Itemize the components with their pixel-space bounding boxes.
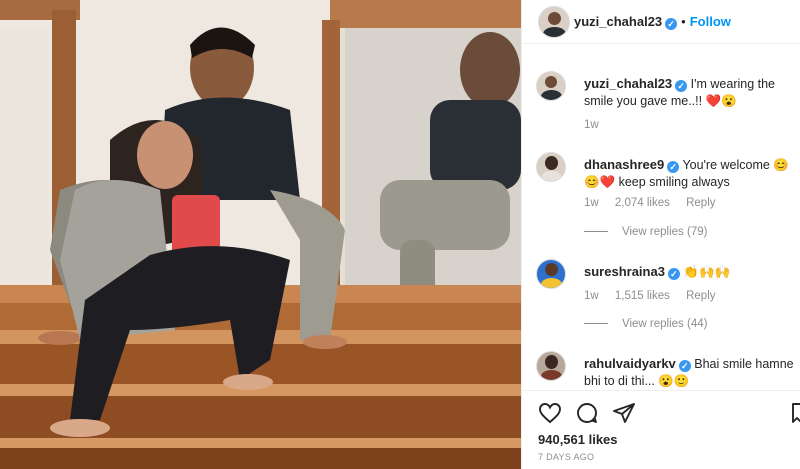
- comment-age: 1w: [584, 290, 599, 302]
- author-avatar[interactable]: [536, 71, 566, 101]
- view-replies-button[interactable]: View replies (79): [584, 226, 707, 238]
- post-image: [0, 0, 521, 469]
- comment-likes[interactable]: 2,074 likes: [615, 197, 670, 209]
- verified-badge-icon: ✓: [678, 360, 691, 372]
- commenter-avatar[interactable]: [536, 152, 566, 182]
- post-timestamp: 7 DAYS AGO: [538, 452, 595, 462]
- comment-body: 👏🙌🙌: [683, 265, 731, 279]
- author-avatar[interactable]: [538, 6, 570, 38]
- caption-text: yuzi_chahal23 ✓ I'm wearing the smile you…: [584, 75, 800, 110]
- comment-likes[interactable]: 1,515 likes: [615, 290, 670, 302]
- replies-divider: [584, 231, 608, 233]
- follow-button[interactable]: Follow: [690, 14, 731, 29]
- comment-text: sureshraina3 ✓ 👏🙌🙌: [584, 263, 800, 281]
- author-username[interactable]: yuzi_chahal23: [574, 14, 662, 29]
- comment-text: rahulvaidyarkv ✓ Bhai smile hamne bhi to …: [584, 355, 800, 390]
- post-photo[interactable]: [0, 0, 521, 469]
- comment-username[interactable]: sureshraina3: [584, 264, 665, 279]
- comment-age: 1w: [584, 197, 599, 209]
- heart-icon[interactable]: [538, 401, 562, 425]
- commenter-avatar[interactable]: [536, 351, 566, 381]
- replies-divider: [584, 323, 608, 325]
- post-actions: 940,561 likes 7 DAYS AGO: [522, 390, 800, 469]
- caption-meta: 1w: [584, 119, 612, 131]
- bookmark-icon[interactable]: [792, 401, 800, 425]
- comment-username[interactable]: rahulvaidyarkv: [584, 356, 676, 371]
- post-details-panel: yuzi_chahal23 ✓ • Follow yuzi_chahal23 ✓ I'm…: [521, 0, 800, 469]
- verified-badge-icon: ✓: [667, 161, 680, 173]
- verified-badge-icon: ✓: [665, 18, 678, 30]
- comment-icon[interactable]: [575, 401, 599, 425]
- comment-text: dhanashree9 ✓ You're welcome 😊😊❤️ keep sm…: [584, 156, 800, 191]
- share-icon[interactable]: [612, 401, 636, 425]
- view-replies-label: View replies (44): [622, 318, 708, 330]
- commenter-avatar[interactable]: [536, 259, 566, 289]
- verified-badge-icon: ✓: [667, 268, 680, 280]
- author-row: yuzi_chahal23 ✓ • Follow: [574, 13, 731, 31]
- comment-username[interactable]: dhanashree9: [584, 157, 664, 172]
- caption-username[interactable]: yuzi_chahal23: [584, 76, 672, 91]
- comments-list[interactable]: yuzi_chahal23 ✓ I'm wearing the smile you…: [522, 45, 800, 390]
- verified-badge-icon: ✓: [675, 80, 688, 92]
- comment-meta: 1w 2,074 likes Reply: [584, 197, 729, 209]
- view-replies-button[interactable]: View replies (44): [584, 318, 707, 330]
- like-count[interactable]: 940,561 likes: [538, 432, 618, 447]
- caption-age: 1w: [584, 119, 599, 131]
- view-replies-label: View replies (79): [622, 226, 708, 238]
- post-header: yuzi_chahal23 ✓ • Follow: [522, 0, 800, 44]
- reply-button[interactable]: Reply: [686, 197, 715, 209]
- separator-dot: •: [681, 14, 686, 29]
- reply-button[interactable]: Reply: [686, 290, 715, 302]
- comment-meta: 1w 1,515 likes Reply: [584, 290, 729, 302]
